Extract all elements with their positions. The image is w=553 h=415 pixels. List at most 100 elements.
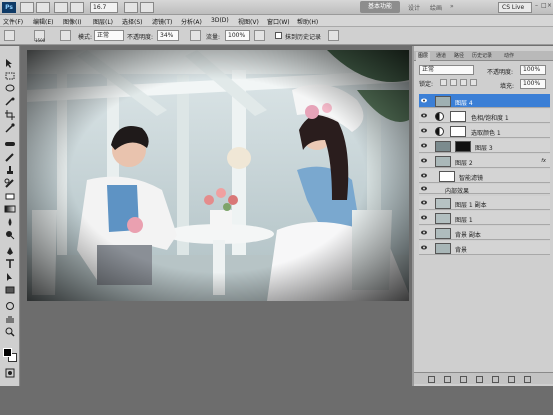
visibility-eye-icon[interactable] xyxy=(421,128,427,133)
menu-3d[interactable]: 3D(D) xyxy=(211,17,229,24)
menu-image[interactable]: 图像(I) xyxy=(63,17,81,26)
visibility-eye-icon[interactable] xyxy=(421,158,427,163)
add-mask-icon[interactable] xyxy=(460,376,467,383)
zoom-tool-icon[interactable] xyxy=(70,2,84,13)
history-brush-tool-icon[interactable] xyxy=(4,30,15,41)
layer-name[interactable]: 图层 1 xyxy=(455,215,473,224)
layer-mask-thumbnail[interactable] xyxy=(455,141,471,152)
eraser-tool-icon[interactable] xyxy=(4,191,16,201)
layer-name[interactable]: 图层 1 副本 xyxy=(455,200,487,209)
menu-filter[interactable]: 滤镜(T) xyxy=(152,17,172,26)
layer-mask-thumbnail[interactable] xyxy=(450,111,466,122)
close-icon[interactable]: × xyxy=(547,2,552,11)
smart-filter-mask[interactable] xyxy=(439,171,455,182)
menu-view[interactable]: 视图(V) xyxy=(238,17,259,26)
add-layer-style-icon[interactable] xyxy=(444,376,451,383)
layer-row[interactable]: 图层 2 fx xyxy=(419,154,550,168)
visibility-eye-icon[interactable] xyxy=(421,245,427,250)
tab-actions[interactable]: 动作 xyxy=(502,52,516,61)
airbrush-icon[interactable] xyxy=(254,30,265,41)
layer-row[interactable]: 智能滤镜 xyxy=(419,169,550,183)
eyedropper-tool-icon[interactable] xyxy=(4,123,16,133)
shape-tool-icon[interactable] xyxy=(4,285,16,295)
clone-stamp-tool-icon[interactable] xyxy=(4,165,16,175)
flow-input[interactable]: 100% xyxy=(225,30,250,41)
menu-edit[interactable]: 编辑(E) xyxy=(33,17,53,26)
visibility-eye-icon[interactable] xyxy=(421,113,427,118)
minimize-icon[interactable]: – xyxy=(535,2,540,11)
mini-bridge-icon[interactable] xyxy=(36,2,50,13)
visibility-eye-icon[interactable] xyxy=(421,173,427,178)
tab-layers[interactable]: 图层 xyxy=(416,52,431,61)
brush-panel-toggle-icon[interactable] xyxy=(60,30,71,41)
pressure-size-icon[interactable] xyxy=(328,30,339,41)
menu-analysis[interactable]: 分析(A) xyxy=(181,17,202,26)
workspace-painting-link[interactable]: 绘画 xyxy=(430,3,442,12)
menu-window[interactable]: 窗口(W) xyxy=(267,17,290,26)
maximize-icon[interactable]: □ xyxy=(541,2,547,11)
layer-row[interactable]: 图层 1 xyxy=(419,211,550,225)
blur-tool-icon[interactable] xyxy=(4,217,16,227)
workspace-design-link[interactable]: 设计 xyxy=(408,3,420,12)
link-layers-icon[interactable] xyxy=(428,376,435,383)
layer-name[interactable]: 图层 3 xyxy=(475,143,493,152)
gradient-tool-icon[interactable] xyxy=(4,204,16,214)
lasso-tool-icon[interactable] xyxy=(4,84,16,94)
new-adjustment-layer-icon[interactable] xyxy=(476,376,483,383)
healing-brush-tool-icon[interactable] xyxy=(4,139,16,149)
lock-all-icon[interactable] xyxy=(470,79,477,86)
hand-icon[interactable] xyxy=(54,2,68,13)
layer-name[interactable]: 背景 副本 xyxy=(455,230,481,239)
visibility-eye-icon[interactable] xyxy=(421,200,427,205)
canvas-area[interactable] xyxy=(21,46,413,386)
layer-row[interactable]: 内部效果 xyxy=(419,184,550,195)
layer-name[interactable]: 图层 4 xyxy=(455,98,473,107)
history-brush-tool-icon-2[interactable] xyxy=(4,178,16,188)
layer-opacity-input[interactable]: 100% xyxy=(520,65,546,75)
move-tool-icon[interactable] xyxy=(4,58,16,68)
quick-selection-tool-icon[interactable] xyxy=(4,97,16,107)
opacity-input[interactable]: 34% xyxy=(157,30,179,41)
tab-paths[interactable]: 路径 xyxy=(452,52,466,61)
layer-mask-thumbnail[interactable] xyxy=(450,126,466,137)
delete-layer-icon[interactable] xyxy=(524,376,531,383)
pressure-opacity-icon[interactable] xyxy=(190,30,201,41)
layer-name[interactable]: 内部效果 xyxy=(445,186,469,195)
type-tool-icon[interactable] xyxy=(4,259,16,269)
brush-tool-icon[interactable] xyxy=(4,152,16,162)
arrange-documents-icon[interactable] xyxy=(124,2,138,13)
new-group-icon[interactable] xyxy=(492,376,499,383)
layer-effects-badge[interactable]: fx xyxy=(541,158,546,164)
zoom-level-select[interactable]: 16.7 xyxy=(90,2,118,13)
menu-layer[interactable]: 图层(L) xyxy=(93,17,113,26)
foreground-color-swatch[interactable] xyxy=(3,348,12,357)
document-image[interactable] xyxy=(27,50,409,301)
layer-row[interactable]: 图层 1 副本 xyxy=(419,196,550,210)
screen-mode-icon[interactable] xyxy=(140,2,154,13)
bridge-icon[interactable] xyxy=(20,2,34,13)
visibility-eye-icon[interactable] xyxy=(421,98,427,103)
layer-row[interactable]: 图层 3 xyxy=(419,139,550,153)
new-layer-icon[interactable] xyxy=(508,376,515,383)
lock-position-icon[interactable] xyxy=(460,79,467,86)
dodge-tool-icon[interactable] xyxy=(4,230,16,240)
workspace-essentials-button[interactable]: 基本功能 xyxy=(360,1,400,13)
marquee-tool-icon[interactable] xyxy=(4,71,16,81)
layer-name[interactable]: 智能滤镜 xyxy=(459,173,483,182)
crop-tool-icon[interactable] xyxy=(4,110,16,120)
visibility-eye-icon[interactable] xyxy=(421,186,427,191)
layer-row[interactable]: 色相/饱和度 1 xyxy=(419,109,550,123)
workspace-more-icon[interactable]: » xyxy=(450,3,454,10)
tab-channels[interactable]: 通道 xyxy=(434,52,448,61)
menu-help[interactable]: 帮助(H) xyxy=(297,17,318,26)
layer-name[interactable]: 选取颜色 1 xyxy=(471,128,501,137)
blend-mode-select[interactable]: 正常 xyxy=(419,65,474,75)
visibility-eye-icon[interactable] xyxy=(421,215,427,220)
quick-mask-icon[interactable] xyxy=(4,368,16,378)
visibility-eye-icon[interactable] xyxy=(421,143,427,148)
mode-select[interactable]: 正常 xyxy=(94,30,124,41)
pen-tool-icon[interactable] xyxy=(4,246,16,256)
lock-transparent-icon[interactable] xyxy=(440,79,447,86)
layer-name[interactable]: 背景 xyxy=(455,245,467,254)
erase-to-history-checkbox[interactable] xyxy=(275,32,282,39)
